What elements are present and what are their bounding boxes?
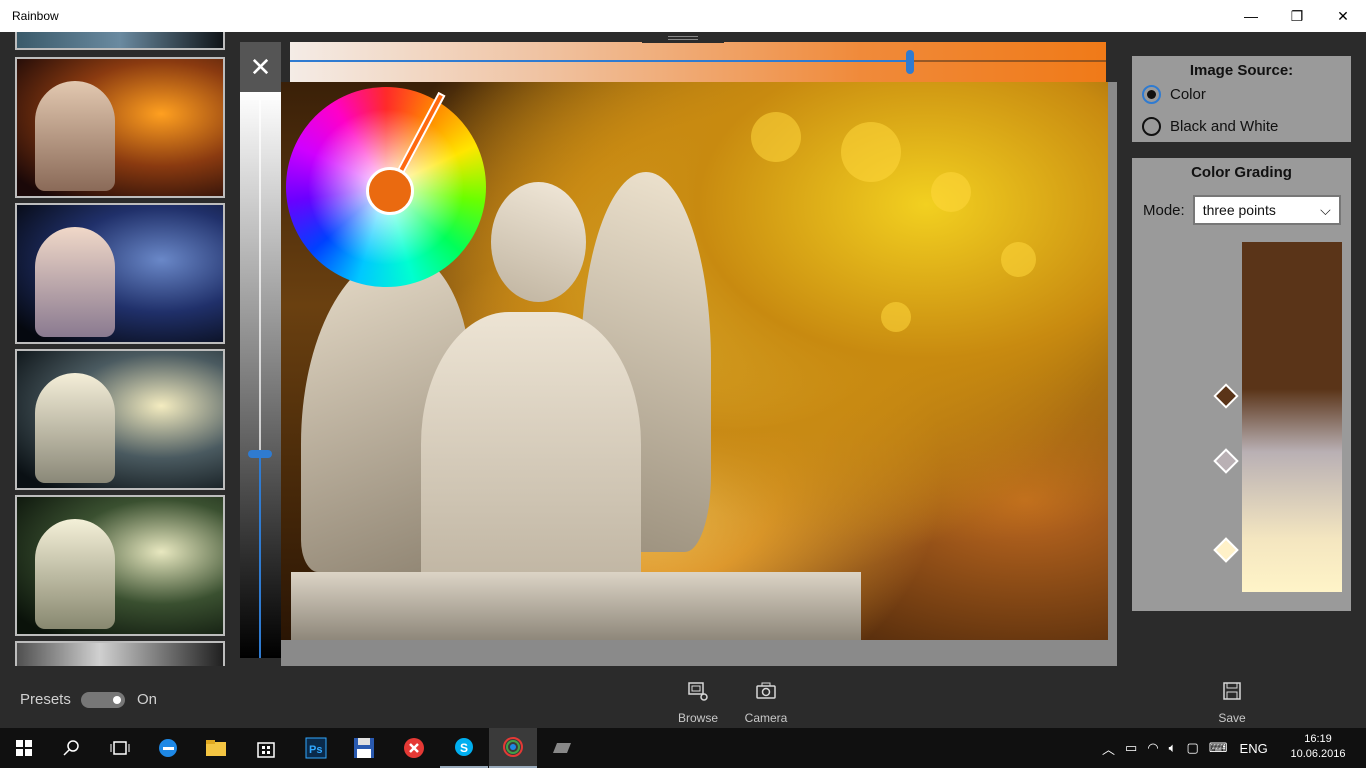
preset-thumbnail[interactable]: [15, 495, 225, 636]
radio-button[interactable]: [1142, 117, 1161, 136]
radio-black-and-white[interactable]: Black and White: [1142, 117, 1278, 136]
file-explorer-icon[interactable]: [192, 728, 240, 768]
save-button[interactable]: Save: [1202, 680, 1262, 725]
browse-label: Browse: [677, 711, 718, 725]
minimize-button[interactable]: —: [1228, 0, 1274, 32]
preset-thumbnail[interactable]: [15, 203, 225, 344]
svg-text:Ps: Ps: [309, 744, 322, 756]
store-icon[interactable]: [242, 728, 290, 768]
taskbar: Ps S ︿ ▭ ◠ 🔈︎ ▢ ⌨︎ ENG 16:19 10.06.2016: [0, 728, 1366, 768]
photo-canvas: [281, 82, 1117, 666]
image-source-title: Image Source:: [1189, 62, 1294, 79]
color-picker-knob[interactable]: [366, 167, 414, 215]
camera-button[interactable]: Camera: [736, 680, 796, 725]
error-icon[interactable]: [390, 728, 438, 768]
mode-value: three points: [1202, 202, 1276, 218]
edge-icon[interactable]: [144, 728, 192, 768]
drag-handle[interactable]: [642, 32, 724, 43]
preset-thumbnail[interactable]: [15, 349, 225, 490]
close-window-button[interactable]: ✕: [1320, 0, 1366, 32]
save-disk-icon[interactable]: [340, 728, 388, 768]
title-bar: Rainbow — ❐ ✕: [0, 0, 1366, 32]
grading-point-highlights[interactable]: [1213, 537, 1239, 563]
camera-icon: [736, 680, 796, 707]
color-grading-title: Color Grading: [1191, 164, 1292, 181]
browse-button[interactable]: Browse: [668, 680, 728, 725]
clock-date: 10.06.2016: [1290, 748, 1346, 760]
photoshop-icon[interactable]: Ps: [292, 728, 340, 768]
lightness-slider[interactable]: [240, 92, 281, 658]
skype-icon[interactable]: S: [440, 728, 488, 768]
presets-label: Presets: [20, 691, 71, 708]
slider-fill: [290, 60, 911, 62]
window-title: Rainbow: [12, 9, 59, 23]
radio-color[interactable]: Color: [1142, 85, 1206, 104]
slider-thumb[interactable]: [906, 50, 915, 74]
color-wheel[interactable]: [286, 87, 486, 287]
mode-row: Mode: three points ⌵: [1143, 195, 1341, 225]
clock-time: 16:19: [1304, 733, 1332, 745]
language-indicator[interactable]: ENG: [1240, 741, 1268, 756]
volume-icon[interactable]: 🔈︎: [1169, 740, 1177, 756]
presets-strip[interactable]: [0, 32, 240, 666]
radio-button[interactable]: [1142, 85, 1161, 104]
grading-point-shadows[interactable]: [1213, 383, 1239, 409]
save-icon: [1202, 680, 1262, 707]
search-icon[interactable]: [48, 728, 96, 768]
windows-start-icon[interactable]: [0, 728, 48, 768]
maximize-button[interactable]: ❐: [1274, 0, 1320, 32]
clock[interactable]: 16:19 10.06.2016: [1290, 732, 1346, 762]
chevron-up-icon[interactable]: ︿: [1102, 739, 1115, 758]
task-view-icon[interactable]: [96, 728, 144, 768]
grading-point-midtones[interactable]: [1213, 448, 1239, 474]
system-tray: ︿ ▭ ◠ 🔈︎ ▢ ⌨︎ ENG: [1102, 728, 1268, 768]
command-bar: Presets On Browse Camera Save: [0, 666, 1366, 728]
presets-toggle[interactable]: [81, 692, 125, 708]
chevron-down-icon: ⌵: [1320, 201, 1331, 218]
rainbow-app-icon[interactable]: [489, 728, 537, 768]
svg-text:S: S: [460, 741, 468, 755]
browse-icon: [668, 680, 728, 707]
mode-dropdown[interactable]: three points ⌵: [1192, 195, 1341, 225]
keyboard-icon[interactable]: ⌨︎: [1209, 740, 1228, 756]
radio-label: Black and White: [1170, 118, 1279, 135]
mode-label: Mode:: [1143, 201, 1185, 219]
preset-thumbnail[interactable]: [15, 32, 225, 50]
battery-icon[interactable]: ▭: [1125, 740, 1137, 756]
slider-fill: [259, 454, 261, 658]
save-label: Save: [1218, 711, 1246, 725]
wifi-icon[interactable]: ◠: [1147, 740, 1158, 756]
toggle-state: On: [137, 691, 158, 708]
radio-label: Color: [1170, 86, 1206, 103]
close-icon[interactable]: ✕: [240, 42, 281, 92]
notifications-icon[interactable]: ▢: [1186, 740, 1198, 756]
image-source-panel: Image Source: Color Black and White: [1132, 56, 1351, 142]
device-icon[interactable]: [538, 728, 586, 768]
grading-gradient[interactable]: [1242, 242, 1342, 592]
slider-thumb[interactable]: [248, 450, 272, 459]
hue-slider[interactable]: [290, 42, 1106, 82]
app-main: ✕ Image Source: Color Black and White Co…: [0, 32, 1366, 666]
preset-thumbnail[interactable]: [15, 57, 225, 198]
color-grading-panel: Color Grading Mode: three points ⌵: [1132, 158, 1351, 611]
preset-thumbnail[interactable]: [15, 641, 225, 666]
camera-label: Camera: [744, 711, 788, 725]
vertical-slider-panel: ✕: [240, 42, 281, 658]
photo-preview: [281, 82, 1108, 640]
